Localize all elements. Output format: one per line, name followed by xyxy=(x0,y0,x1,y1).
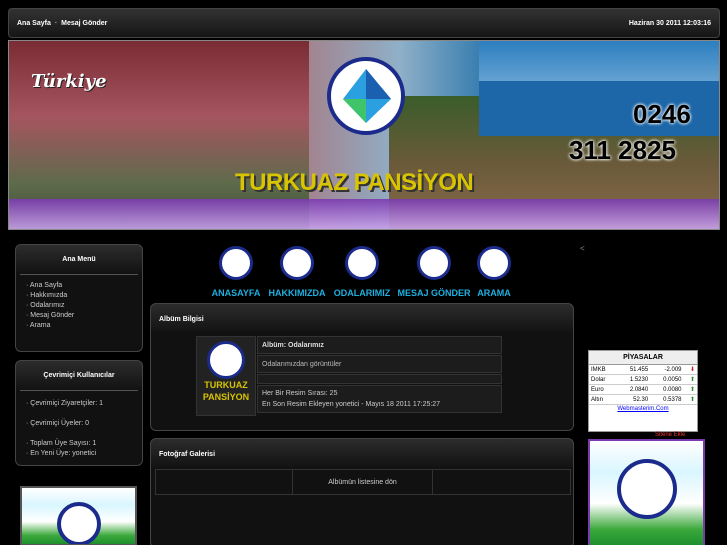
market-row: IMKB 51.455 -2.009 ⬇ xyxy=(589,365,697,375)
banner-purple-strip xyxy=(9,199,719,229)
webmasterim-link[interactable]: Webmasterim.Com xyxy=(589,405,697,412)
nav-separator: · xyxy=(54,19,58,27)
album-thumb-line2: PANSİYON xyxy=(202,392,250,402)
album-description-text: Odalarımızdan görüntüler xyxy=(262,360,342,368)
online-users-panel: Çevrimiçi Kullanıcılar · Çevrimiçi Ziyar… xyxy=(15,360,143,466)
arrow-up-icon: ⬆ xyxy=(683,374,697,385)
album-thumb-line1: TURKUAZ xyxy=(204,380,248,390)
pension-logo-icon xyxy=(327,57,405,135)
market-name: Dolar xyxy=(589,374,617,385)
album-thumbnail[interactable]: TURKUAZ PANSİYON xyxy=(196,336,256,416)
turkiye-logo: Türkiye xyxy=(31,71,107,92)
market-table: IMKB 51.455 -2.009 ⬇ Dolar 1.5230 0.0050… xyxy=(589,365,697,405)
stray-character: < xyxy=(580,244,585,253)
menu-item-message[interactable]: · Mesaj Gönder xyxy=(26,311,132,321)
nav-label-home: ANASAYFA xyxy=(211,288,261,298)
market-change: 0.0080 xyxy=(650,384,684,395)
top-nav: Ana Sayfa · Mesaj Gönder xyxy=(17,20,107,27)
nav-item-rooms[interactable]: ODALARIMIZ xyxy=(327,243,397,300)
arrow-down-icon: ⬇ xyxy=(683,365,697,375)
back-to-album-list-link[interactable]: Albümün listesine dön xyxy=(293,470,433,494)
online-visitors: · Çevrimiçi Ziyaretçiler: 1 xyxy=(26,400,104,407)
nav-label-search: ARAMA xyxy=(477,288,511,298)
promo-logo-icon xyxy=(616,459,677,519)
album-name-text: Albüm: Odalarımız xyxy=(262,341,324,349)
icon-nav-bar: ANASAYFA HAKKIMIZDA ODALARIMIZ MESAJ GÖN… xyxy=(205,243,525,300)
market-name: Euro xyxy=(589,384,617,395)
menu-item-rooms[interactable]: · Odalarımız xyxy=(26,301,132,311)
album-info-panel: Albüm Bilgisi TURKUAZ PANSİYON Albüm: Od… xyxy=(150,303,574,431)
online-users-title: Çevrimiçi Kullanıcılar xyxy=(20,361,138,391)
home-link[interactable]: Ana Sayfa xyxy=(17,20,51,27)
send-message-link[interactable]: Mesaj Gönder xyxy=(61,20,107,27)
nav-item-message[interactable]: MESAJ GÖNDER xyxy=(397,243,471,300)
message-nav-icon xyxy=(417,246,451,280)
online-users-list: · Çevrimiçi Ziyaretçiler: 1 · Çevrimiçi … xyxy=(16,391,142,463)
gallery-nav-row: Albümün listesine dön xyxy=(155,469,571,495)
about-nav-icon xyxy=(280,246,314,280)
nav-label-rooms: ODALARIMIZ xyxy=(333,288,391,298)
album-name: Albüm: Odalarımız xyxy=(257,336,502,354)
nav-label-message: MESAJ GÖNDER xyxy=(397,288,471,298)
arrow-up-icon: ⬆ xyxy=(683,394,697,405)
market-value: 52.30 xyxy=(616,394,651,405)
photo-gallery-panel: Fotoğraf Galerisi Albümün listesine dön xyxy=(150,438,574,545)
main-menu-panel: Ana Menü · Ana Sayfa · Hakkımızda · Odal… xyxy=(15,244,143,352)
phone-line-1: 0246 xyxy=(633,99,691,129)
newest-member[interactable]: · En Yeni Üye: yonetici xyxy=(26,449,132,459)
market-change: -2.009 xyxy=(650,365,684,375)
market-widget: PİYASALAR IMKB 51.455 -2.009 ⬇ Dolar 1.5… xyxy=(588,350,698,432)
market-change: 0.0050 xyxy=(650,374,684,385)
market-change: 0.5378 xyxy=(650,394,684,405)
album-empty-row xyxy=(257,374,502,384)
menu-item-home[interactable]: · Ana Sayfa xyxy=(26,281,132,291)
datetime-display: Haziran 30 2011 12:03:16 xyxy=(628,19,711,27)
nav-item-home[interactable]: ANASAYFA xyxy=(205,243,267,300)
total-members: · Toplam Üye Sayısı: 1 xyxy=(26,440,97,447)
banner-title: TURKUAZ PANSİYON xyxy=(235,169,474,196)
album-order: Her Bir Resim Sırası: 25 xyxy=(262,390,338,397)
home-nav-icon xyxy=(219,246,253,280)
album-description: Odalarımızdan görüntüler xyxy=(257,355,502,373)
gallery-cell-left xyxy=(156,470,294,494)
market-value: 51.455 xyxy=(616,365,651,375)
market-value: 2.0840 xyxy=(616,384,651,395)
nav-label-about: HAKKIMIZDA xyxy=(268,288,326,298)
promo-logo-icon xyxy=(56,502,101,544)
gallery-cell-right xyxy=(433,470,570,494)
phone-line-2: 311 2825 xyxy=(569,135,677,165)
left-promo-image[interactable] xyxy=(20,486,137,545)
menu-item-about[interactable]: · Hakkımızda xyxy=(26,291,132,301)
nav-item-search[interactable]: ARAMA xyxy=(471,243,517,300)
album-logo-icon xyxy=(207,341,245,379)
search-nav-icon xyxy=(477,246,511,280)
album-info-title: Albüm Bilgisi xyxy=(159,315,204,323)
header-banner: Türkiye 0246 311 2825 TURKUAZ PANSİYON xyxy=(8,40,720,230)
add-to-site-link[interactable]: Sitene Ekle xyxy=(655,432,685,438)
main-menu-list: · Ana Sayfa · Hakkımızda · Odalarımız · … xyxy=(16,275,142,339)
kite-icon xyxy=(343,69,391,123)
gallery-title: Fotoğraf Galerisi xyxy=(159,450,216,458)
nav-item-about[interactable]: HAKKIMIZDA xyxy=(267,243,327,300)
rooms-nav-icon xyxy=(345,246,379,280)
market-row: Dolar 1.5230 0.0050 ⬆ xyxy=(589,374,697,385)
market-name: Altın xyxy=(589,394,617,405)
main-menu-title: Ana Menü xyxy=(20,245,138,275)
market-name: IMKB xyxy=(589,365,617,375)
menu-item-search[interactable]: · Arama xyxy=(26,321,132,331)
right-promo-image[interactable] xyxy=(588,439,705,545)
album-meta: Her Bir Resim Sırası: 25 En Son Resim Ek… xyxy=(257,385,502,413)
market-title: PİYASALAR xyxy=(589,351,697,365)
market-row: Euro 2.0840 0.0080 ⬆ xyxy=(589,384,697,395)
market-value: 1.5230 xyxy=(616,374,651,385)
album-last-added: En Son Resim Ekleyen yonetici - Mayıs 18… xyxy=(262,401,441,408)
online-members: · Çevrimiçi Üyeler: 0 xyxy=(26,420,90,427)
market-row: Altın 52.30 0.5378 ⬆ xyxy=(589,394,697,405)
top-bar: Ana Sayfa · Mesaj Gönder Haziran 30 2011… xyxy=(8,8,720,38)
arrow-up-icon: ⬆ xyxy=(683,384,697,395)
